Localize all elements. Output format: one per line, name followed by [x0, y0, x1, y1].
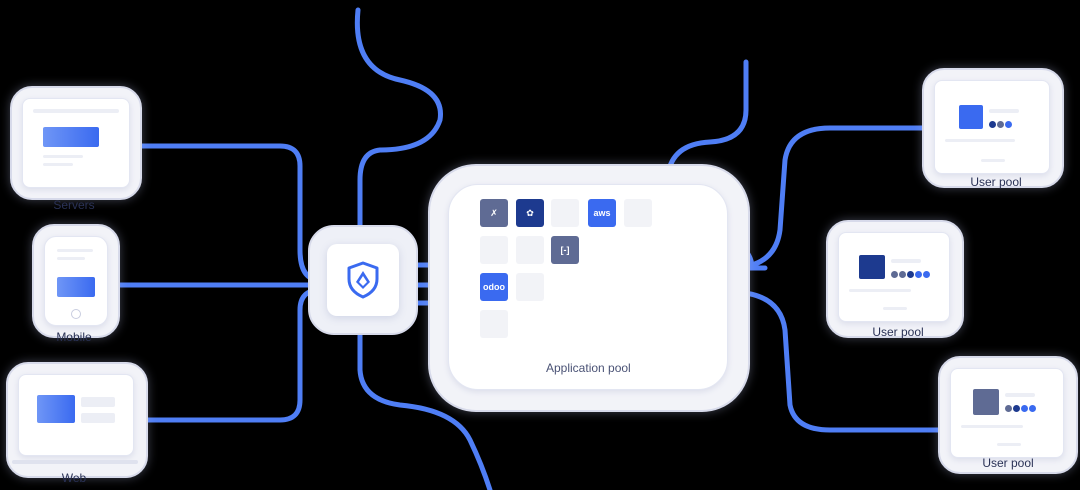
web-card — [6, 362, 148, 478]
web-label: Web — [61, 471, 87, 485]
user-pool-window-3 — [950, 368, 1064, 458]
web-window — [18, 374, 134, 456]
gateway-node — [308, 225, 418, 335]
mobile-card — [32, 224, 120, 338]
app-tile-empty — [624, 199, 652, 227]
gateway-inner — [327, 244, 399, 316]
line-web — [137, 287, 323, 423]
servers-card — [10, 86, 142, 200]
line-top-wave — [354, 7, 443, 233]
user-pool-card-2 — [826, 220, 964, 338]
user-pool-label-2: User pool — [872, 325, 924, 339]
app-tile-empty — [516, 273, 544, 301]
user-pool-window-1 — [934, 80, 1050, 174]
app-tile-empty — [516, 236, 544, 264]
app-tile-alibaba-cloud: [-] — [551, 236, 579, 264]
mobile-device — [44, 236, 108, 326]
app-tile-empty — [551, 199, 579, 227]
app-tile-kong: ✗ — [480, 199, 508, 227]
web-block — [37, 395, 75, 423]
user-pool-label-1: User pool — [970, 175, 1022, 189]
user-pool-window-2 — [838, 232, 950, 322]
servers-label: Servers — [53, 198, 95, 212]
servers-block — [43, 127, 99, 147]
app-tile-empty — [480, 236, 508, 264]
mobile-label: Mobile — [56, 330, 92, 344]
user-pool-label-3: User pool — [982, 456, 1034, 470]
line-servers — [117, 143, 323, 283]
app-tile-aws: aws — [588, 199, 616, 227]
line-top-right-wave — [665, 59, 749, 178]
shield-icon — [347, 261, 379, 299]
user-pool-card-1 — [922, 68, 1064, 188]
app-tile-empty — [480, 310, 508, 338]
servers-window — [22, 98, 130, 188]
application-pool-label: Application pool — [546, 361, 631, 375]
mobile-block — [57, 277, 95, 297]
app-tile-odoo: odoo — [480, 273, 508, 301]
app-tile-huawei: ✿ — [516, 199, 544, 227]
